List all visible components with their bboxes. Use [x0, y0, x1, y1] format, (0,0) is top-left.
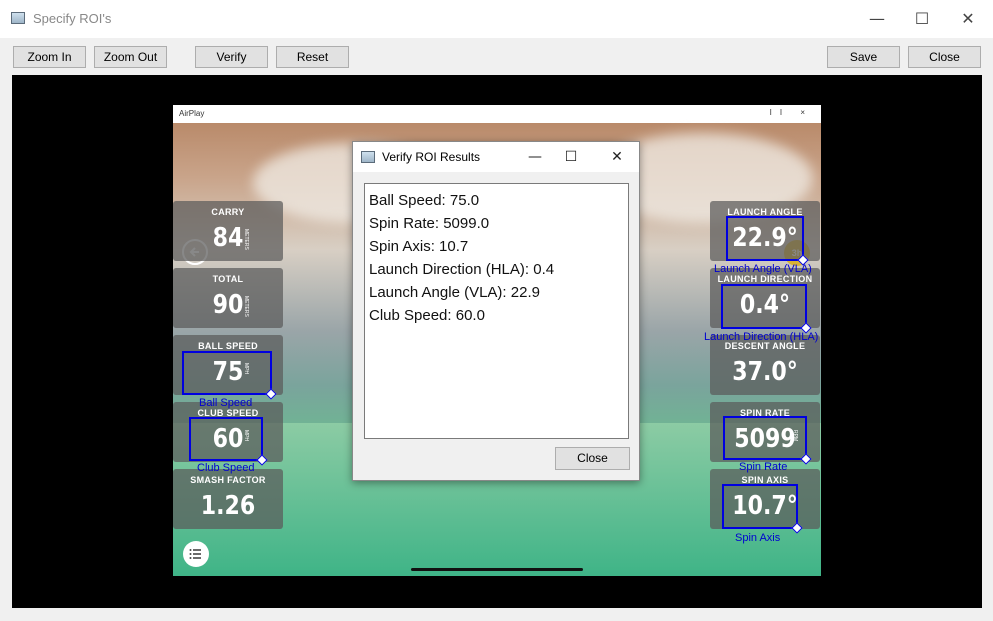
roi-label-ball-speed: Ball Speed	[199, 397, 253, 409]
reset-button[interactable]: Reset	[276, 46, 349, 68]
tile-label: BALL SPEED	[198, 341, 258, 351]
tile-value: 37.0°	[732, 357, 798, 387]
dialog-title: Verify ROI Results	[382, 150, 481, 164]
app-icon	[11, 12, 25, 24]
roi-club-speed[interactable]	[189, 417, 268, 466]
result-line: Spin Rate: 5099.0	[369, 215, 490, 232]
result-line: Launch Angle (VLA): 22.9	[369, 284, 540, 301]
game-title: AirPlay	[179, 109, 205, 118]
zoom-out-button[interactable]: Zoom Out	[94, 46, 167, 68]
verify-roi-dialog: Verify ROI Results — ☐ ✕ Ball Speed: 75.…	[352, 141, 640, 481]
roi-label-launch-angle: Launch Angle (VLA)	[714, 263, 812, 275]
result-line: Club Speed: 60.0	[369, 307, 485, 324]
dialog-minimize-icon[interactable]: —	[515, 142, 555, 172]
dialog-close-icon[interactable]: ✕	[597, 142, 637, 172]
result-line: Spin Axis: 10.7	[369, 238, 469, 255]
tile-value: 1.26	[200, 491, 256, 521]
game-titlebar: AirPlay II ×	[173, 105, 821, 123]
roi-label-spin-rate: Spin Rate	[739, 461, 788, 473]
tile-value: 90	[212, 290, 244, 320]
dialog-titlebar: Verify ROI Results — ☐ ✕	[353, 142, 639, 172]
tile-smash-factor: SMASH FACTOR 1.26	[173, 469, 283, 529]
tile-carry: CARRY 84 METERS	[173, 201, 283, 261]
verify-button[interactable]: Verify	[195, 46, 268, 68]
tile-label: TOTAL	[212, 274, 244, 284]
game-window-controls: II ×	[769, 108, 813, 117]
roi-label-club-speed: Club Speed	[197, 462, 255, 474]
tile-unit: METERS	[243, 296, 249, 317]
maximize-icon[interactable]: ☐	[899, 0, 945, 38]
roi-ball-speed[interactable]	[182, 351, 277, 400]
home-indicator	[411, 568, 583, 571]
tile-label: LAUNCH DIRECTION	[717, 274, 813, 284]
tile-label: SMASH FACTOR	[190, 475, 266, 485]
dialog-close-button[interactable]: Close	[555, 447, 630, 470]
roi-spin-axis[interactable]	[722, 484, 803, 534]
roi-launch-direction[interactable]	[721, 284, 812, 334]
tile-total: TOTAL 90 METERS	[173, 268, 283, 328]
close-icon[interactable]: ✕	[945, 0, 991, 38]
tile-label: CARRY	[211, 207, 245, 217]
roi-label-spin-axis: Spin Axis	[735, 532, 781, 544]
roi-spin-rate[interactable]	[723, 416, 812, 465]
dialog-maximize-icon[interactable]: ☐	[551, 142, 591, 172]
close-button[interactable]: Close	[908, 46, 981, 68]
result-line: Launch Direction (HLA): 0.4	[369, 261, 555, 278]
tile-unit: METERS	[243, 229, 249, 250]
tile-value: 84	[212, 223, 244, 253]
results-textbox[interactable]: Ball Speed: 75.0 Spin Rate: 5099.0 Spin …	[364, 183, 629, 439]
zoom-in-button[interactable]: Zoom In	[13, 46, 86, 68]
dialog-app-icon	[361, 151, 375, 163]
tile-descent-angle: DESCENT ANGLE 37.0°	[710, 335, 820, 395]
menu-list-icon[interactable]	[183, 541, 209, 567]
roi-launch-angle[interactable]	[726, 216, 809, 266]
save-button[interactable]: Save	[827, 46, 900, 68]
window-title: Specify ROI's	[33, 11, 112, 26]
minimize-icon[interactable]: —	[854, 0, 900, 38]
window-titlebar: Specify ROI's — ☐ ✕	[0, 0, 993, 38]
result-line: Ball Speed: 75.0	[369, 192, 480, 209]
roi-label-launch-direction: Launch Direction (HLA)	[704, 331, 819, 343]
